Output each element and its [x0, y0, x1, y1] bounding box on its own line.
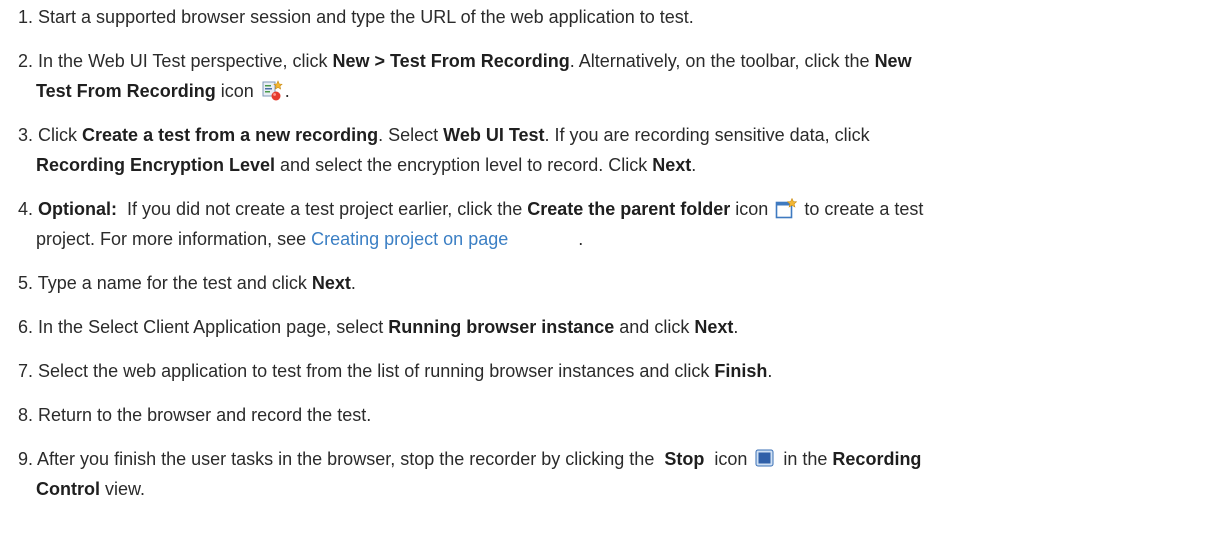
- step-number: 4.: [18, 199, 34, 219]
- step-number: 2.: [18, 51, 34, 71]
- step-continuation: Recording Encryption Level and select th…: [18, 150, 1197, 180]
- step-text: view.: [99, 479, 146, 499]
- step-text: .: [767, 361, 773, 381]
- step-text: Type a name for the test and click: [37, 273, 312, 293]
- step-continuation: project. For more information, see Creat…: [18, 224, 1197, 254]
- step-text: Return to the browser and record the tes…: [38, 405, 372, 425]
- step-text: . Alternatively, on the toolbar, click t…: [569, 51, 875, 71]
- ui-label: Create a test from a new recording: [82, 125, 379, 145]
- step-text: .: [284, 81, 290, 101]
- step-text: and select the encryption level to recor…: [275, 155, 653, 175]
- step-2: 2. In the Web UI Test perspective, click…: [18, 46, 1197, 106]
- ui-label: Recording: [832, 449, 922, 469]
- ui-label: Next: [694, 317, 734, 337]
- create-parent-folder-icon: [775, 198, 798, 219]
- step-text: If you did not create a test project ear…: [117, 199, 528, 219]
- step-text: . Select: [378, 125, 444, 145]
- step-7: 7. Select the web application to test fr…: [18, 356, 1197, 386]
- step-continuation: Control view.: [18, 474, 1197, 504]
- step-number: 1.: [18, 7, 34, 27]
- ui-label: Create the parent folder: [527, 199, 731, 219]
- step-6: 6. In the Select Client Application page…: [18, 312, 1197, 342]
- ui-label: Finish: [714, 361, 768, 381]
- ui-label: Test From Recording: [36, 81, 216, 101]
- step-number: 7.: [18, 361, 34, 381]
- step-number: 8.: [18, 405, 34, 425]
- step-number: 9.: [18, 449, 34, 469]
- step-text: project. For more information, see: [36, 229, 312, 249]
- step-number: 3.: [18, 125, 34, 145]
- step-4: 4. Optional: If you did not create a tes…: [18, 194, 1197, 254]
- step-text: After you finish the user tasks in the b…: [37, 449, 665, 469]
- ui-label: Running browser instance: [388, 317, 615, 337]
- step-number: 6.: [18, 317, 34, 337]
- step-text: icon: [215, 81, 259, 101]
- step-text: icon: [704, 449, 753, 469]
- step-text: icon: [730, 199, 774, 219]
- ui-label: Next: [652, 155, 692, 175]
- step-continuation: Test From Recording icon .: [18, 76, 1197, 106]
- step-text: Click: [38, 125, 83, 145]
- step-5: 5. Type a name for the test and click Ne…: [18, 268, 1197, 298]
- ui-label: Web UI Test: [443, 125, 545, 145]
- step-text: .: [350, 273, 356, 293]
- ui-label: Stop: [664, 449, 705, 469]
- step-8: 8. Return to the browser and record the …: [18, 400, 1197, 430]
- stop-icon: [754, 448, 776, 468]
- step-text: In the Web UI Test perspective, click: [38, 51, 333, 71]
- step-1: 1. Start a supported browser session and…: [18, 2, 1197, 32]
- step-text: . If you are recording sensitive data, c…: [544, 125, 870, 145]
- step-text: Start a supported browser session and ty…: [38, 7, 694, 27]
- menu-path-label: New > Test From Recording: [332, 51, 570, 71]
- ui-label: Next: [311, 273, 351, 293]
- step-9: 9. After you finish the user tasks in th…: [18, 444, 1197, 504]
- step-text: in the: [778, 449, 833, 469]
- ui-label: Recording Encryption Level: [36, 155, 276, 175]
- step-text: to create a test: [799, 199, 924, 219]
- step-text: .: [733, 317, 739, 337]
- step-text: and click: [614, 317, 695, 337]
- ui-label: Control: [36, 479, 100, 499]
- step-number: 5.: [18, 273, 34, 293]
- optional-label: Optional:: [38, 199, 118, 219]
- new-test-from-recording-icon: [261, 80, 283, 101]
- step-3: 3. Click Create a test from a new record…: [18, 120, 1197, 180]
- step-text: .: [691, 155, 697, 175]
- step-text: In the Select Client Application page, s…: [38, 317, 389, 337]
- step-text: Select the web application to test from …: [38, 361, 715, 381]
- ui-label: New: [874, 51, 912, 71]
- creating-project-link[interactable]: Creating project on page: [311, 229, 508, 249]
- step-text: .: [578, 229, 584, 249]
